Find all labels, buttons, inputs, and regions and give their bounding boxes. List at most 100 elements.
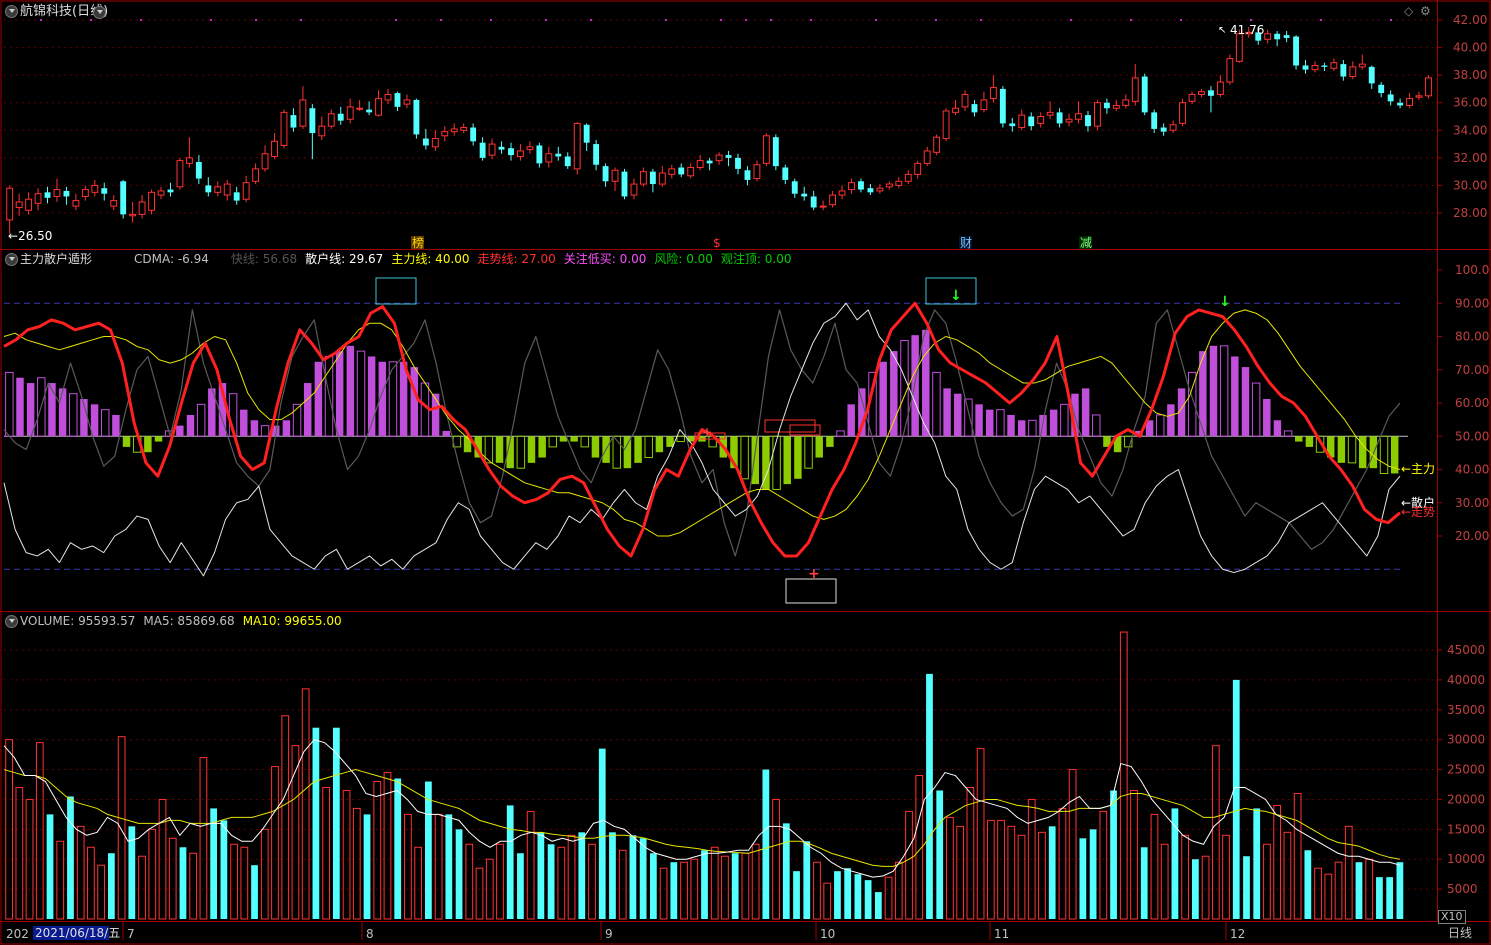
- histogram-bar: [548, 435, 558, 448]
- histogram-bar: [1251, 382, 1261, 437]
- candle-body: [129, 213, 137, 217]
- signal-dot: [770, 19, 772, 21]
- volume-bar: [271, 766, 279, 920]
- signal-dot: [255, 19, 257, 21]
- candle-body: [1075, 113, 1082, 120]
- signal-dot: [1180, 19, 1182, 21]
- candle-body: [1302, 65, 1309, 70]
- candle-body: [735, 157, 741, 169]
- outer-frame: [0, 0, 1491, 945]
- x10-label[interactable]: X10: [1438, 910, 1466, 924]
- volume-bar: [322, 786, 331, 920]
- candle-body: [1122, 99, 1130, 106]
- signal-dot: [1320, 19, 1322, 21]
- candle-body: [290, 115, 297, 128]
- indicator-menu-icon[interactable]: [5, 253, 18, 266]
- histogram-bar: [314, 361, 323, 437]
- candle-body: [772, 137, 779, 167]
- candle-body: [72, 200, 80, 207]
- red-plus-icon: +: [808, 566, 820, 582]
- signal-dot: [490, 19, 492, 21]
- stock-chart-canvas[interactable]: ↖ 41.76←26.50 榜 $ 财减 ↓ ↓++←主力←散户←走势 42.0040.0…: [0, 0, 1491, 945]
- candle-body: [706, 160, 713, 164]
- candle-body: [1093, 102, 1101, 127]
- volume-menu-icon[interactable]: [5, 615, 18, 628]
- candle-body: [848, 182, 855, 191]
- candle-body: [252, 168, 260, 182]
- ind-tick-label: 80.00: [1455, 330, 1489, 344]
- candle-body: [1293, 36, 1299, 66]
- candle-body: [356, 107, 364, 110]
- histogram-bar: [250, 420, 259, 437]
- volume-bar: [976, 748, 985, 920]
- volume-bar: [1130, 789, 1138, 920]
- candle-body: [91, 184, 99, 193]
- candle-body: [120, 181, 127, 215]
- volume-bar: [936, 790, 944, 919]
- candle-body: [658, 172, 666, 185]
- vol-tick-label: 5000: [1447, 882, 1478, 896]
- volume-bar: [199, 757, 208, 920]
- volume-bar: [567, 834, 576, 920]
- histogram-bar: [90, 404, 99, 437]
- volume-bar: [803, 841, 811, 919]
- candle-body: [904, 173, 912, 182]
- histogram-bar: [911, 335, 919, 437]
- histogram-bar: [890, 351, 898, 437]
- histogram-bar: [356, 350, 366, 437]
- histogram-bar: [16, 377, 24, 437]
- price-pane[interactable]: ↖ 41.76 ←26.50 榜 $ 财 减: [4, 19, 1437, 250]
- candle-body: [1141, 76, 1148, 113]
- volume-bar: [1222, 834, 1230, 920]
- month-label: 8: [366, 927, 374, 941]
- volume-bar: [352, 807, 361, 920]
- candle-body: [1349, 66, 1357, 78]
- green-down-arrow-icon: ↓: [1219, 294, 1231, 310]
- year-prefix-label: 202: [6, 927, 29, 941]
- candle-body: [1321, 65, 1328, 67]
- diamond-icon[interactable]: ◇: [1404, 4, 1413, 18]
- histogram-bar: [122, 436, 131, 447]
- candle-body: [15, 201, 23, 208]
- volume-bar: [414, 846, 423, 920]
- candle-body: [593, 144, 600, 165]
- histogram-bar: [623, 436, 632, 469]
- candle-body: [81, 189, 89, 197]
- histogram-bar: [794, 436, 802, 479]
- candle-body: [1208, 90, 1214, 96]
- volume-bar: [434, 813, 443, 920]
- gear-icon[interactable]: ⚙: [1420, 4, 1431, 18]
- volume-bar: [342, 789, 351, 920]
- candle-body: [176, 160, 184, 188]
- volume-bar: [210, 808, 218, 919]
- volume-bar: [1344, 825, 1353, 920]
- candle-body: [639, 171, 647, 185]
- candle-body: [668, 168, 676, 175]
- candle-body: [696, 160, 704, 169]
- candle-body: [791, 181, 798, 194]
- volume-bar: [496, 843, 504, 920]
- volume-bar: [67, 796, 74, 919]
- y-axes: 42.00 40.00 38.00 36.00 34.00 32.00 30.00 28.00…: [1437, 13, 1489, 896]
- pane-menu-icon[interactable]: [5, 5, 18, 18]
- volume-bar: [1386, 877, 1394, 919]
- signal-dot: [1130, 19, 1132, 21]
- volume-bar: [741, 852, 750, 920]
- signal-dot: [665, 19, 667, 21]
- label-trend: ←走势: [1401, 505, 1435, 519]
- event-tag: 财: [960, 236, 972, 250]
- title-dropdown-icon[interactable]: [93, 6, 106, 19]
- vol-tick-label: 30000: [1447, 733, 1485, 747]
- signal-dot: [90, 19, 92, 21]
- histogram-bar: [772, 435, 781, 490]
- volume-bar: [588, 843, 596, 920]
- indicator-pane[interactable]: ↓ ↓++←主力←散户←走势: [3, 277, 1435, 604]
- price-tick-label: 38.00: [1453, 68, 1487, 82]
- candle-body: [44, 192, 51, 198]
- candle-body: [517, 150, 524, 157]
- volume-bar: [425, 781, 432, 919]
- volume-pane[interactable]: [3, 631, 1437, 920]
- histogram-bar: [420, 382, 430, 437]
- period-label[interactable]: 日线: [1448, 926, 1472, 940]
- volume-bar: [1110, 790, 1117, 919]
